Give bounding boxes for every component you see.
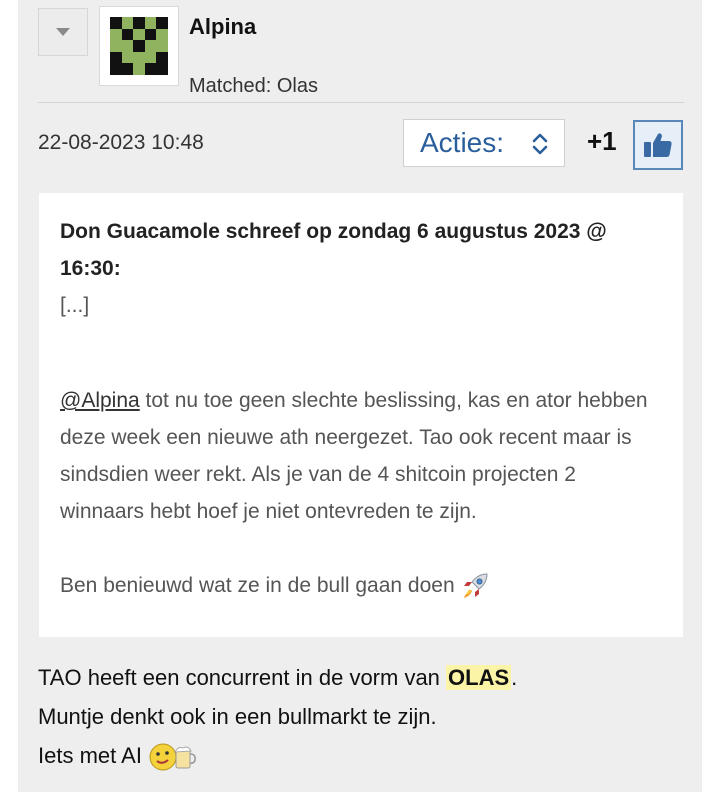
quote-ellipsis: [...] (60, 294, 90, 317)
reply-line2: Muntje denkt ook in een bullmarkt te zij… (38, 704, 437, 729)
reply-line1-start: TAO heeft een concurrent in de vorm van (38, 665, 447, 690)
mention-link[interactable]: @Alpina (60, 389, 140, 412)
rocket-emoji-icon (464, 573, 488, 599)
thumbs-up-icon (644, 133, 672, 157)
reply-text: TAO heeft een concurrent in de vorm van … (38, 658, 517, 775)
quote-header-line2: 16:30: (60, 257, 121, 280)
updown-chevron-icon (532, 133, 548, 155)
collapse-button[interactable] (38, 8, 88, 56)
quote-body: @Alpina tot nu toe geen slechte beslissi… (60, 382, 663, 530)
quote-body-text: tot nu toe geen slechte beslissing, kas … (60, 389, 648, 523)
username[interactable]: Alpina (189, 14, 256, 40)
chevron-down-icon (56, 28, 70, 36)
quote-closing: Ben benieuwd wat ze in de bull gaan doen (60, 567, 663, 604)
like-button[interactable] (633, 120, 683, 170)
quote-block: Don Guacamole schreef op zondag 6 august… (39, 193, 683, 637)
reply-line1-end: . (511, 665, 518, 690)
divider (38, 102, 684, 103)
beer-emoji-icon (149, 743, 197, 771)
avatar[interactable] (99, 6, 179, 86)
actions-select[interactable]: Acties: (403, 119, 565, 167)
quote-header: Don Guacamole schreef op zondag 6 august… (60, 213, 663, 287)
highlighted-term: OLAS (446, 665, 512, 690)
reply-line3: Iets met AI (38, 743, 142, 768)
matched-label: Matched: Olas (189, 75, 318, 97)
score-count: +1 (587, 126, 617, 156)
avatar-identicon (110, 17, 168, 75)
quote-closing-text: Ben benieuwd wat ze in de bull gaan doen (60, 574, 455, 597)
actions-label: Acties: (420, 127, 505, 158)
quote-header-line1: Don Guacamole schreef op zondag 6 august… (60, 220, 607, 243)
post-timestamp: 22-08-2023 10:48 (38, 131, 204, 154)
